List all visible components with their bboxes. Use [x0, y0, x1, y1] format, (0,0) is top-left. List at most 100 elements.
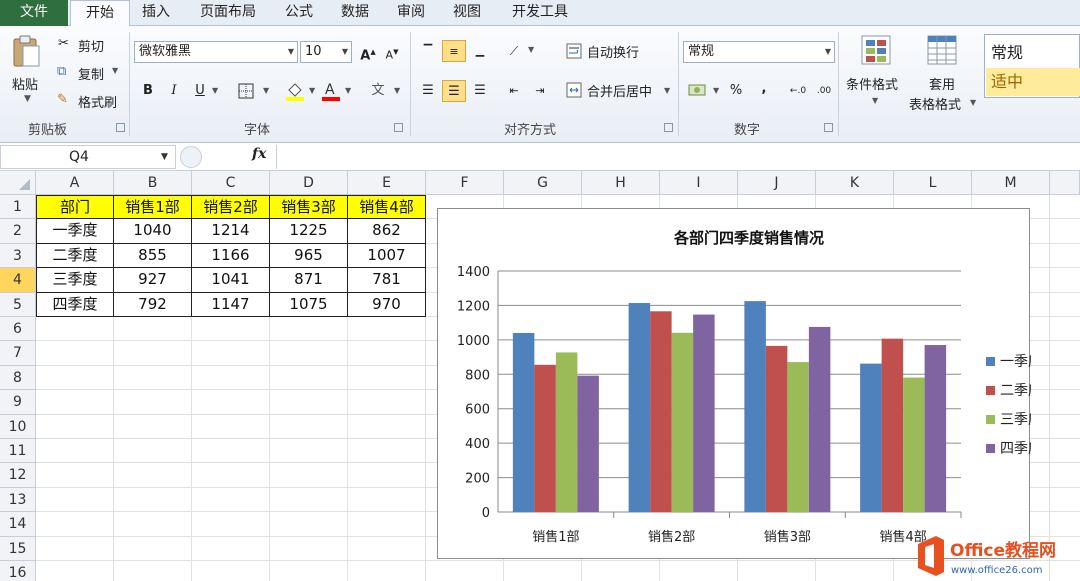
tab-file[interactable]: 文件 — [0, 0, 68, 26]
column-header-M[interactable]: M — [972, 171, 1050, 195]
merge-dropdown-icon[interactable]: ▼ — [664, 86, 670, 95]
fill-color-icon[interactable] — [284, 80, 306, 102]
orientation-icon[interactable]: ⟋ — [502, 40, 526, 62]
font-color-dropdown-icon[interactable]: ▼ — [345, 86, 351, 95]
row-header-12[interactable]: 12 — [0, 463, 36, 488]
column-header-A[interactable]: A — [36, 171, 114, 195]
wrap-text-button[interactable]: 自动换行 — [587, 42, 639, 61]
table-cell[interactable]: 1214 — [192, 219, 270, 244]
name-box[interactable]: Q4 ▼ — [0, 145, 176, 169]
tab-view[interactable]: 视图 — [442, 0, 492, 26]
bar-三季度-销售3部[interactable] — [787, 362, 809, 512]
column-header-D[interactable]: D — [270, 171, 348, 195]
paste-dropdown-icon[interactable]: ▼ — [24, 94, 31, 104]
phonetic-dropdown-icon[interactable]: ▼ — [394, 86, 400, 95]
tab-review[interactable]: 审阅 — [386, 0, 436, 26]
row-header-8[interactable]: 8 — [0, 365, 36, 391]
border-icon[interactable] — [238, 83, 256, 99]
tab-developer[interactable]: 开发工具 — [500, 0, 580, 26]
table-cell[interactable]: 四季度 — [36, 292, 114, 317]
font-size-combo[interactable]: 10 ▼ — [300, 41, 352, 63]
grow-font-icon[interactable]: A▲ — [356, 41, 380, 63]
column-header-I[interactable]: I — [660, 171, 738, 195]
format-painter-icon[interactable]: ✎ — [57, 92, 68, 107]
paste-button[interactable]: 粘贴 — [12, 74, 38, 93]
table-header-cell[interactable]: 销售3部 — [270, 195, 348, 220]
font-name-combo[interactable]: 微软雅黑 ▼ — [134, 41, 298, 63]
row-header-14[interactable]: 14 — [0, 512, 36, 537]
cell-styles-gallery[interactable]: 常规 适中 — [984, 34, 1080, 98]
bar-二季度-销售1部[interactable] — [534, 364, 556, 512]
merge-center-icon[interactable] — [566, 82, 582, 98]
alignment-launcher-icon[interactable] — [664, 123, 673, 132]
table-cell[interactable]: 1225 — [270, 219, 348, 244]
row-header-16[interactable]: 16 — [0, 561, 36, 581]
bar-三季度-销售2部[interactable] — [671, 332, 694, 512]
currency-dropdown-icon[interactable]: ▼ — [713, 86, 719, 95]
table-header-cell[interactable]: 销售4部 — [348, 195, 426, 220]
bar-一季度-销售3部[interactable] — [744, 301, 766, 512]
column-header-G[interactable]: G — [504, 171, 582, 195]
row-header-5[interactable]: 5 — [0, 292, 36, 317]
table-header-cell[interactable]: 销售1部 — [114, 195, 192, 220]
italic-button[interactable]: I — [162, 80, 186, 102]
copy-dropdown-icon[interactable]: ▼ — [112, 66, 118, 75]
table-cell[interactable]: 792 — [114, 292, 192, 317]
bar-四季度-销售1部[interactable] — [577, 375, 599, 512]
formula-splitter-icon[interactable] — [180, 146, 202, 168]
row-header-2[interactable]: 2 — [0, 219, 36, 244]
tab-insert[interactable]: 插入 — [130, 0, 182, 26]
row-header-11[interactable]: 11 — [0, 439, 36, 464]
increase-indent-icon[interactable]: ⇥ — [528, 80, 552, 102]
comma-button[interactable]: , — [752, 78, 776, 100]
fill-color-dropdown-icon[interactable]: ▼ — [309, 86, 315, 95]
conditional-format-icon[interactable] — [860, 34, 894, 68]
border-dropdown-icon[interactable]: ▼ — [263, 86, 269, 95]
font-launcher-icon[interactable] — [394, 123, 403, 132]
table-cell[interactable]: 1075 — [270, 292, 348, 317]
chevron-down-icon[interactable]: ▼ — [161, 146, 168, 168]
wrap-text-icon[interactable] — [566, 43, 582, 59]
copy-button[interactable]: 复制 — [78, 64, 104, 83]
table-cell[interactable]: 862 — [348, 219, 426, 244]
copy-icon[interactable]: ⧉ — [57, 64, 66, 79]
table-format-label-2[interactable]: 表格格式 — [909, 94, 961, 113]
table-header-cell[interactable]: 部门 — [36, 195, 114, 220]
column-header-K[interactable]: K — [816, 171, 894, 195]
align-top-icon[interactable]: ▔ — [416, 40, 440, 62]
number-format-combo[interactable]: 常规 ▼ — [683, 41, 835, 63]
bar-三季度-销售4部[interactable] — [903, 377, 925, 512]
table-cell[interactable]: 1041 — [192, 268, 270, 293]
row-header-9[interactable]: 9 — [0, 390, 36, 415]
table-cell[interactable]: 871 — [270, 268, 348, 293]
bar-二季度-销售2部[interactable] — [650, 311, 672, 512]
clipboard-launcher-icon[interactable] — [116, 123, 125, 132]
table-cell[interactable]: 855 — [114, 243, 192, 269]
tab-formulas[interactable]: 公式 — [274, 0, 324, 26]
paste-icon[interactable] — [10, 34, 44, 70]
increase-decimal-icon[interactable]: ←.0 — [786, 80, 810, 102]
bar-三季度-销售1部[interactable] — [555, 352, 578, 512]
merge-center-button[interactable]: 合并后居中 — [587, 81, 652, 100]
decrease-decimal-icon[interactable]: .00 — [812, 80, 836, 102]
align-left-icon[interactable]: ☰ — [416, 80, 440, 102]
table-cell[interactable]: 1147 — [192, 292, 270, 317]
underline-dropdown-icon[interactable]: ▼ — [212, 86, 218, 95]
tab-home[interactable]: 开始 — [70, 0, 130, 27]
table-cell[interactable]: 一季度 — [36, 219, 114, 244]
table-cell[interactable]: 970 — [348, 292, 426, 317]
bar-二季度-销售4部[interactable] — [881, 338, 904, 512]
column-header-F[interactable]: F — [426, 171, 504, 195]
tab-page-layout[interactable]: 页面布局 — [188, 0, 268, 26]
row-header-10[interactable]: 10 — [0, 414, 36, 439]
conditional-format-dropdown-icon[interactable]: ▼ — [872, 96, 878, 105]
sales-chart[interactable]: 各部门四季度销售情况 0 200 400 600 800 1000 1200 1400 销售1… — [437, 208, 1042, 559]
column-header-C[interactable]: C — [192, 171, 270, 195]
row-header-7[interactable]: 7 — [0, 341, 36, 366]
table-cell[interactable]: 三季度 — [36, 268, 114, 293]
bar-四季度-销售3部[interactable] — [808, 326, 831, 512]
row-header-15[interactable]: 15 — [0, 536, 36, 561]
style-neutral[interactable]: 适中 — [986, 68, 1080, 96]
table-format-icon[interactable] — [926, 34, 960, 68]
table-format-label-1[interactable]: 套用 — [929, 74, 955, 93]
